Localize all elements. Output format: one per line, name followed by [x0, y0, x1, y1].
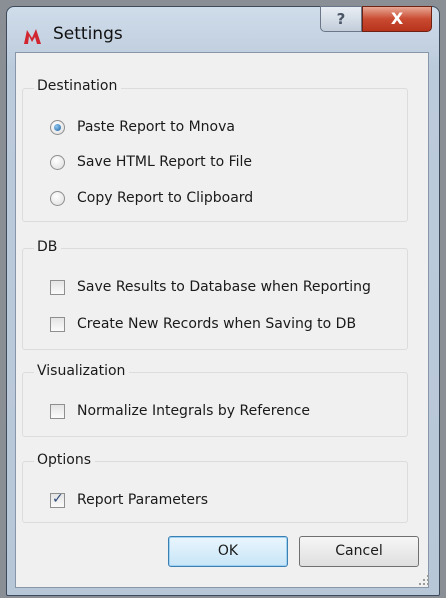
resize-grip-icon[interactable] [418, 574, 430, 586]
ok-button[interactable]: OK [168, 536, 288, 567]
checkbox-label: Report Parameters [77, 492, 208, 508]
radio-button-selected[interactable] [50, 119, 65, 135]
checkbox-create-new-records[interactable]: Create New Records when Saving to DB [50, 314, 356, 334]
radio-save-html[interactable]: Save HTML Report to File [50, 152, 252, 172]
checkbox[interactable] [50, 316, 65, 332]
destination-group-title: Destination [34, 78, 122, 94]
checkbox-normalize-integrals[interactable]: Normalize Integrals by Reference [50, 401, 310, 421]
help-button[interactable]: ? [320, 6, 362, 32]
checkbox-label: Save Results to Database when Reporting [77, 279, 371, 295]
options-group-title: Options [34, 452, 96, 468]
mnova-logo-icon [24, 29, 41, 44]
radio-label: Paste Report to Mnova [77, 119, 235, 135]
db-group [22, 248, 408, 350]
checkmark-icon: ✓ [52, 490, 64, 507]
checkbox[interactable] [50, 279, 65, 295]
radio-label: Save HTML Report to File [77, 154, 253, 170]
db-group-title: DB [34, 239, 62, 255]
radio-button[interactable] [50, 190, 65, 206]
checkbox[interactable] [50, 403, 65, 419]
radio-button[interactable] [50, 154, 65, 170]
checkbox-label: Create New Records when Saving to DB [77, 316, 357, 332]
checkbox-report-parameters[interactable]: ✓ Report Parameters [50, 490, 208, 510]
visualization-group-title: Visualization [34, 363, 130, 379]
checkbox-save-results-db[interactable]: Save Results to Database when Reporting [50, 277, 371, 297]
close-icon: X [390, 9, 404, 28]
cancel-button[interactable]: Cancel [299, 536, 419, 567]
radio-copy-clipboard[interactable]: Copy Report to Clipboard [50, 188, 253, 208]
radio-paste-report[interactable]: Paste Report to Mnova [50, 117, 235, 137]
window-title: Settings [53, 24, 123, 44]
checkbox-label: Normalize Integrals by Reference [77, 403, 311, 419]
checkbox-checked[interactable]: ✓ [50, 490, 65, 508]
radio-label: Copy Report to Clipboard [77, 190, 254, 206]
title-bar[interactable]: Settings ? X [7, 6, 439, 57]
help-icon: ? [336, 10, 346, 28]
close-button[interactable]: X [362, 6, 432, 32]
